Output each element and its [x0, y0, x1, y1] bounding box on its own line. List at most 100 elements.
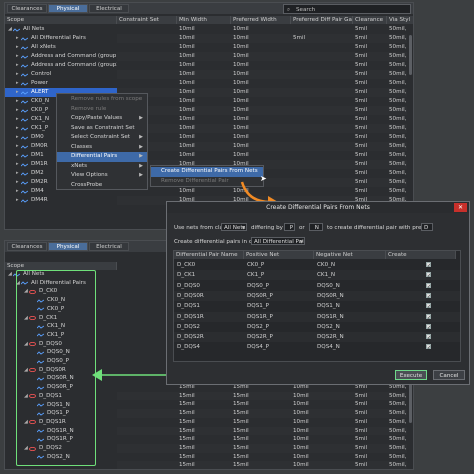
negative-suffix-input[interactable]: _N — [309, 223, 323, 231]
grid-cell-pref[interactable]: 10mil — [233, 124, 290, 133]
grid-cell-clear[interactable]: 5mil — [355, 392, 386, 401]
grid-cell-min[interactable]: 15mil — [179, 418, 230, 427]
tree-item[interactable]: ▸ Power — [5, 79, 117, 88]
table-row[interactable]: 15mil 15mil 10mil 5mil 50mil, 2 — [117, 452, 412, 462]
grid-cell-min[interactable]: 15mil — [179, 392, 230, 401]
close-icon[interactable]: ✕ — [454, 203, 467, 212]
search-input[interactable]: ⌕ Search — [283, 4, 411, 14]
table-row[interactable]: 10mil10mil5mil50mil, 2 — [117, 88, 412, 97]
grid-cell-clear[interactable]: 5mil — [355, 187, 386, 196]
grid-cell-clear[interactable]: 5mil — [355, 88, 386, 97]
grid-cell-min[interactable]: 10mil — [179, 133, 230, 142]
grid-cell-clear[interactable]: 5mil — [355, 97, 386, 106]
menu-item[interactable]: Select Constraint Set ▶ — [57, 133, 147, 143]
positive-suffix-input[interactable]: _P — [284, 223, 295, 231]
target-class-dropdown[interactable]: All Differential Pairs ▼ — [251, 237, 305, 245]
column-header[interactable]: Via Styl — [387, 16, 413, 24]
menu-item[interactable]: CrossProbe — [57, 181, 147, 191]
menu-item[interactable]: Remove rule — [57, 105, 147, 115]
grid-cell-pref[interactable]: 15mil — [233, 400, 290, 409]
table-row[interactable]: 15mil 15mil 10mil 5mil 50mil, 2 — [117, 417, 412, 427]
grid-cell-pref[interactable]: 10mil — [233, 142, 290, 151]
table-row[interactable]: D_DQS4 DQS4_P DQS4_N — [174, 342, 460, 353]
grid-cell-clear[interactable]: 5mil — [355, 435, 386, 444]
grid-cell-clear[interactable]: 5mil — [355, 418, 386, 427]
grid-cell-gap[interactable]: 10mil — [293, 461, 352, 469]
grid-cell-pref[interactable]: 10mil — [233, 151, 290, 160]
menu-item[interactable]: Remove rules from scope — [57, 95, 147, 105]
grid-cell-min[interactable]: 15mil — [179, 435, 230, 444]
grid-cell-gap[interactable]: 10mil — [293, 435, 352, 444]
create-diff-pairs-from-nets-item[interactable]: Create Differential Pairs From Nets — [151, 167, 263, 177]
grid-cell-clear[interactable]: 5mil — [355, 115, 386, 124]
menu-item[interactable]: Save as Constraint Set — [57, 124, 147, 134]
grid-cell-min[interactable]: 15mil — [179, 453, 230, 462]
table-row[interactable]: 10mil10mil5mil50mil, 2 — [117, 133, 412, 142]
grid-cell-min[interactable]: 15mil — [179, 427, 230, 436]
table-row[interactable]: 15mil 15mil 10mil 5mil 50mil, 2 — [117, 435, 412, 444]
grid-cell-pref[interactable]: 10mil — [233, 34, 290, 43]
grid-cell-clear[interactable]: 5mil — [355, 151, 386, 160]
grid-cell-pref[interactable]: 10mil — [233, 97, 290, 106]
grid-cell-gap[interactable]: 10mil — [293, 392, 352, 401]
grid-cell-min[interactable]: 15mil — [179, 409, 230, 418]
column-header[interactable]: Preferred Width — [231, 16, 291, 24]
grid-cell-gap[interactable]: 10mil — [293, 444, 352, 453]
execute-button[interactable]: Execute — [395, 370, 427, 380]
grid-cell-pref[interactable]: 10mil — [233, 106, 290, 115]
table-row[interactable]: 10mil10mil5mil50mil, 2 — [117, 61, 412, 70]
create-checkbox[interactable] — [426, 271, 431, 281]
column-header[interactable]: Clearance — [353, 16, 387, 24]
column-header[interactable]: Constraint Set — [117, 16, 177, 24]
table-row[interactable]: D_DQS1R DQS1R_P DQS1R_N — [174, 311, 460, 323]
table-row[interactable]: D_DQS2R DQS2R_P DQS2R_N — [174, 332, 460, 343]
tab-electrical[interactable]: Electrical — [89, 4, 129, 13]
table-row[interactable]: 10mil10mil5mil50mil, 2 — [117, 115, 412, 124]
create-checkbox[interactable] — [426, 302, 431, 312]
table-row[interactable]: 15mil 15mil 10mil 5mil 50mil, 2 — [117, 400, 412, 410]
grid-cell-min[interactable]: 10mil — [179, 88, 230, 97]
table-row[interactable]: D_DQS1 DQS1_P DQS1_N — [174, 301, 460, 312]
create-checkbox[interactable] — [426, 313, 431, 323]
table-row[interactable]: 10mil10mil5mil50mil, 2 — [117, 43, 412, 52]
grid-cell-clear[interactable]: 5mil — [355, 70, 386, 79]
tree-item[interactable]: ▸ All xNets — [5, 43, 117, 52]
grid-cell-gap[interactable]: 10mil — [293, 453, 352, 462]
grid-cell-min[interactable]: 15mil — [179, 400, 230, 409]
col-pair-name[interactable]: Differential Pair Name — [174, 251, 244, 259]
grid-cell-clear[interactable]: 5mil — [355, 34, 386, 43]
table-row[interactable]: 10mil10mil5mil50mil, 2 — [117, 124, 412, 133]
grid-cell-clear[interactable]: 5mil — [355, 106, 386, 115]
grid-cell-clear[interactable]: 5mil — [355, 453, 386, 462]
menu-item[interactable]: xNets ▶ — [57, 162, 147, 172]
grid-cell-pref[interactable]: 10mil — [233, 43, 290, 52]
tab-electrical-bottom[interactable]: Electrical — [89, 242, 129, 251]
grid-cell-gap[interactable]: 10mil — [293, 409, 352, 418]
source-class-dropdown[interactable]: All Nets ▼ — [221, 223, 247, 231]
create-checkbox[interactable] — [426, 343, 431, 353]
grid-cell-clear[interactable]: 5mil — [355, 142, 386, 151]
table-row[interactable]: 15mil 15mil 10mil 5mil 50mil, 2 — [117, 443, 412, 453]
table-row[interactable]: D_DQS0R DQS0R_P DQS0R_N — [174, 290, 460, 302]
top-scrollbar[interactable] — [408, 25, 413, 229]
tree-item[interactable]: ▸ Control — [5, 70, 117, 79]
table-row[interactable]: 10mil10mil5mil50mil, 2 — [117, 142, 412, 151]
table-row[interactable]: 10mil10mil5mil50mil, 2 — [117, 70, 412, 79]
create-checkbox[interactable] — [426, 323, 431, 333]
grid-cell-pref[interactable]: 15mil — [233, 461, 290, 469]
tree-item[interactable]: ▸ All Differential Pairs — [5, 34, 117, 43]
grid-cell-min[interactable]: 10mil — [179, 142, 230, 151]
col-create[interactable]: Create — [386, 251, 456, 259]
create-checkbox[interactable] — [426, 333, 431, 343]
grid-cell-gap[interactable]: 10mil — [293, 418, 352, 427]
table-row[interactable]: 15mil 15mil 10mil 5mil 50mil, 2 — [117, 426, 412, 436]
grid-cell-gap[interactable]: 10mil — [293, 427, 352, 436]
grid-cell-gap[interactable]: 10mil — [293, 400, 352, 409]
create-checkbox[interactable] — [426, 292, 431, 302]
grid-cell-min[interactable]: 10mil — [179, 52, 230, 61]
table-row[interactable]: D_DQS2 DQS2_P DQS2_N — [174, 321, 460, 333]
menu-item[interactable]: Copy/Paste Values ▶ — [57, 114, 147, 124]
grid-cell-pref[interactable]: 10mil — [233, 115, 290, 124]
grid-cell-pref[interactable]: 10mil — [233, 25, 290, 34]
table-row[interactable]: 15mil 15mil 10mil 5mil 50mil, 2 — [117, 391, 412, 401]
